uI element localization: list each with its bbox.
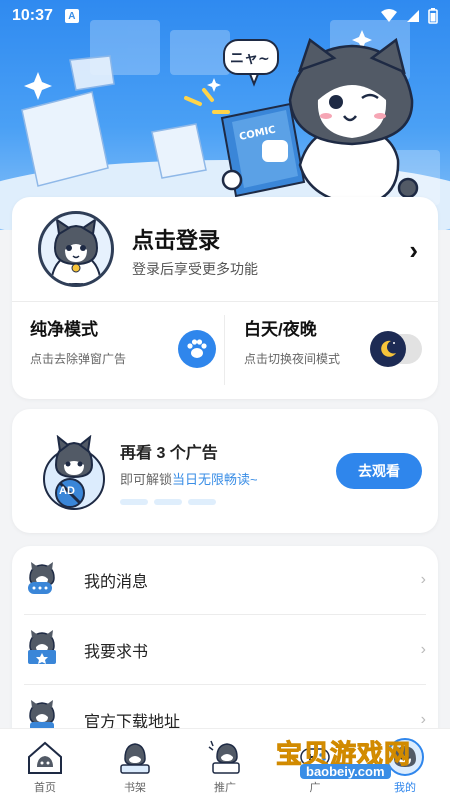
- watermark-en: baobeiy.com: [300, 764, 391, 779]
- signal-icon: [407, 10, 419, 22]
- divider: [24, 684, 426, 685]
- day-night-subtitle: 点击切换夜间模式: [244, 352, 341, 366]
- wifi-icon: [381, 9, 397, 22]
- pure-mode-title: 纯净模式: [30, 320, 98, 339]
- divider: [12, 301, 438, 302]
- ad-subtitle-prefix: 即可解锁: [120, 472, 173, 487]
- chevron-right-icon: ›: [420, 571, 426, 588]
- ad-subtitle: 即可解锁当日无限畅读~: [120, 469, 258, 488]
- hero-illustration: ニャ~ COMIC: [21, 20, 440, 207]
- cat-avatar-icon: [49, 217, 103, 284]
- pure-mode-subtitle: 点击去除弹窗广告: [30, 352, 127, 366]
- chevron-right-icon: ›: [420, 711, 426, 728]
- watch-ad-button[interactable]: 去观看: [336, 453, 422, 489]
- menu-list: 我的消息 › 我要求书 › 官方下载地址 ›: [12, 546, 438, 746]
- status-time: 10:37: [12, 7, 53, 24]
- divider: [224, 315, 225, 385]
- login-chevron-icon[interactable]: ›: [409, 235, 418, 266]
- login-row[interactable]: 点击登录 登录后享受更多功能 ›: [12, 197, 438, 301]
- menu-item-request-book[interactable]: 我要求书 ›: [24, 616, 426, 684]
- ad-badge: AD: [59, 485, 75, 497]
- flying-pages: [21, 55, 207, 187]
- progress-segment: [120, 499, 148, 505]
- menu-item-label: 我要求书: [84, 644, 149, 661]
- tab-home[interactable]: 首页: [0, 729, 90, 800]
- ad-title: 再看 3 个广告: [120, 445, 218, 462]
- paw-icon: [187, 339, 207, 358]
- pure-mode[interactable]: 纯净模式 点击去除弹窗广告: [30, 315, 126, 367]
- home-icon: [28, 741, 62, 774]
- a-icon: A: [64, 9, 79, 23]
- battery-icon: [428, 8, 438, 24]
- chevron-right-icon: ›: [420, 641, 426, 658]
- cat-book-icon: [28, 630, 56, 664]
- cat-message-icon: [28, 562, 55, 594]
- promote-icon: [208, 740, 240, 774]
- ad-unlock-card: AD 再看 3 个广告 即可解锁当日无限畅读~ 去观看: [12, 409, 438, 533]
- tab-label: 推广: [214, 782, 236, 794]
- progress-segment: [188, 499, 216, 505]
- avatar[interactable]: [38, 211, 114, 287]
- login-subtitle: 登录后享受更多功能: [132, 261, 258, 277]
- hero-banner: ニャ~ COMIC: [0, 0, 450, 230]
- ad-subtitle-highlight: 当日无限畅读~: [172, 472, 258, 487]
- paw-toggle-button[interactable]: [178, 330, 216, 368]
- login-title[interactable]: 点击登录: [132, 223, 220, 255]
- day-night-title: 白天/夜晚: [244, 320, 317, 339]
- ad-cat-icon: AD: [40, 434, 110, 511]
- ad-progress: [120, 499, 216, 505]
- tab-bookshelf[interactable]: 书架: [90, 729, 180, 800]
- bookshelf-icon: [120, 743, 150, 774]
- night-mode-toggle[interactable]: [370, 331, 422, 367]
- status-bar: 10:37 A: [0, 0, 450, 32]
- tab-label: 书架: [124, 782, 146, 794]
- watermark-logo: 宝贝游戏网 baobeiy.com: [275, 728, 436, 784]
- menu-item-messages[interactable]: 我的消息 ›: [24, 546, 426, 614]
- progress-segment: [154, 499, 182, 505]
- tab-promote[interactable]: 推广: [180, 729, 270, 800]
- moon-icon: [381, 340, 396, 357]
- day-night-mode[interactable]: 白天/夜晚 点击切换夜间模式: [244, 315, 340, 367]
- speech-bubble-text: ニャ~: [230, 51, 270, 67]
- tab-label: 首页: [34, 782, 56, 794]
- menu-item-label: 我的消息: [84, 574, 149, 591]
- divider: [24, 614, 426, 615]
- accent-lines: [184, 88, 230, 114]
- toggle-knob[interactable]: [370, 331, 406, 367]
- login-card: 点击登录 登录后享受更多功能 › 纯净模式 点击去除弹窗广告 白天/夜晚 点击切…: [12, 197, 438, 399]
